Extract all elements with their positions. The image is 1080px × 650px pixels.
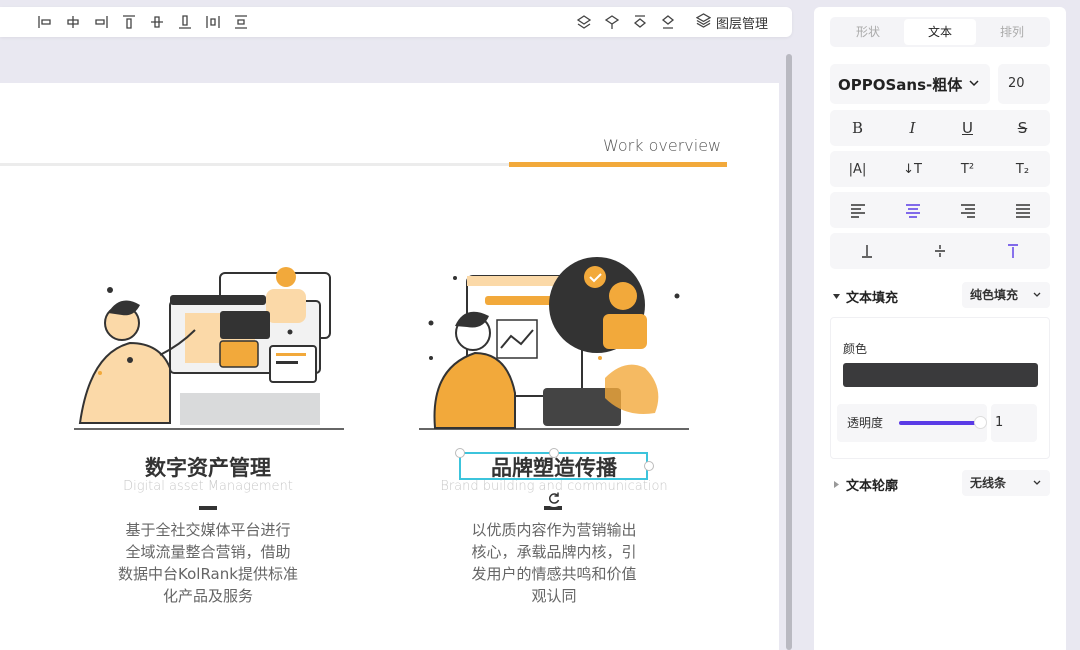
align-center-h-icon[interactable] [65, 14, 81, 30]
rotate-handle[interactable] [545, 489, 563, 507]
desc-line: 观认同 [531, 587, 577, 605]
layers-icon [695, 12, 712, 32]
section-header-text[interactable]: Work overview [603, 136, 721, 155]
opacity-label: 透明度 [847, 416, 884, 430]
valign-top-icon[interactable] [977, 233, 1050, 269]
properties-panel: 形状 文本 排列 OPPOSans-粗体 20 B I U S |A| ↓T T… [814, 7, 1066, 650]
desc-line: 发用户的情感共鸣和价值 [471, 565, 637, 583]
font-family-select[interactable]: OPPOSans-粗体 [830, 64, 990, 104]
header-accent-line [509, 162, 727, 167]
header-divider-line [0, 163, 510, 166]
opacity-input[interactable]: 1 [991, 404, 1037, 442]
opacity-slider-knob[interactable] [974, 416, 987, 429]
strikethrough-icon[interactable]: S [995, 110, 1050, 146]
align-bottom-icon[interactable] [177, 14, 193, 30]
text-outline-section-toggle[interactable]: 文本轮廓 [832, 475, 898, 494]
align-text-right-icon[interactable] [940, 192, 995, 228]
distribute-vertical-icon[interactable] [233, 14, 249, 30]
outline-mode-select[interactable]: 无线条 [962, 470, 1050, 496]
caret-down-icon [833, 294, 840, 299]
text-outline-heading: 文本轮廓 [846, 479, 899, 494]
desc-line: 数据中台KolRank提供标准 [118, 565, 298, 583]
digital-asset-illustration[interactable] [70, 243, 350, 433]
color-label: 颜色 [843, 342, 868, 356]
bold-icon[interactable]: B [830, 110, 885, 146]
align-left-icon[interactable] [37, 14, 53, 30]
chevron-down-icon [1033, 480, 1041, 485]
desc-line: 核心，承载品牌内核，引 [471, 543, 637, 561]
bring-forward-icon[interactable] [576, 14, 592, 30]
superscript-icon[interactable]: T² [940, 151, 995, 187]
chevron-down-icon [969, 80, 979, 87]
slide-canvas[interactable]: Work overview 数字资产管理 Digital asset Manag… [0, 83, 779, 650]
opacity-slider-track[interactable] [899, 421, 979, 425]
tab-shape[interactable]: 形状 [832, 19, 904, 45]
text-style-toolbar: B I U S [830, 110, 1050, 146]
text-fill-section-toggle[interactable]: 文本填充 [832, 287, 898, 306]
distribute-horizontal-icon[interactable] [205, 14, 221, 30]
tab-text[interactable]: 文本 [904, 19, 976, 45]
column-1-title[interactable]: 数字资产管理 [108, 452, 308, 482]
layer-management-label: 图层管理 [716, 16, 769, 32]
underline-icon[interactable]: U [940, 110, 995, 146]
caret-right-icon [834, 481, 839, 488]
column-2-description[interactable]: 以优质内容作为营销输出 核心，承载品牌内核，引 发用户的情感共鸣和价值 观认同 [438, 519, 670, 607]
outline-mode-value: 无线条 [970, 476, 1007, 490]
valign-middle-icon[interactable] [903, 233, 976, 269]
resize-handle[interactable] [549, 448, 559, 458]
send-to-back-icon[interactable] [660, 14, 676, 30]
text-spacing-toolbar: |A| ↓T T² T₂ [830, 151, 1050, 187]
desc-line: 以优质内容作为营销输出 [471, 521, 637, 539]
align-text-center-icon[interactable] [885, 192, 940, 228]
column-1-dash [199, 506, 217, 510]
text-fill-options: 颜色 透明度 1 [830, 317, 1050, 459]
chevron-down-icon [1033, 292, 1041, 297]
canvas-scrollbar[interactable] [786, 54, 792, 650]
letter-spacing-icon[interactable]: |A| [830, 151, 885, 187]
vertical-align-toolbar [830, 233, 1050, 269]
align-right-icon[interactable] [93, 14, 109, 30]
align-top-icon[interactable] [121, 14, 137, 30]
align-text-justify-icon[interactable] [995, 192, 1050, 228]
italic-icon[interactable]: I [885, 110, 940, 146]
fill-color-swatch[interactable] [843, 363, 1038, 387]
valign-bottom-icon[interactable] [830, 233, 903, 269]
text-align-toolbar [830, 192, 1050, 228]
text-fill-heading: 文本填充 [846, 291, 899, 306]
resize-handle[interactable] [644, 461, 654, 471]
brand-building-illustration[interactable] [415, 248, 695, 433]
top-toolbar: 图层管理 [0, 7, 792, 37]
fill-mode-select[interactable]: 纯色填充 [962, 282, 1050, 308]
layer-management-button[interactable]: 图层管理 [695, 12, 769, 32]
fill-mode-value: 纯色填充 [970, 288, 1019, 302]
subscript-icon[interactable]: T₂ [995, 151, 1050, 187]
align-middle-v-icon[interactable] [149, 14, 165, 30]
font-family-value: OPPOSans-粗体 [838, 75, 963, 94]
align-text-left-icon[interactable] [830, 192, 885, 228]
desc-line: 全域流量整合营销，借助 [125, 543, 291, 561]
font-size-input[interactable]: 20 [998, 64, 1050, 104]
desc-line: 基于全社交媒体平台进行 [125, 521, 291, 539]
desc-line: 化产品及服务 [162, 587, 253, 605]
send-backward-icon[interactable] [604, 14, 620, 30]
bring-to-front-icon[interactable] [632, 14, 648, 30]
rotate-icon [549, 492, 560, 504]
tab-arrange[interactable]: 排列 [976, 19, 1048, 45]
panel-tabs: 形状 文本 排列 [830, 17, 1050, 47]
resize-handle[interactable] [455, 448, 465, 458]
column-1-subtitle[interactable]: Digital asset Management [108, 479, 308, 494]
column-1-description[interactable]: 基于全社交媒体平台进行 全域流量整合营销，借助 数据中台KolRank提供标准 … [92, 519, 324, 607]
line-height-icon[interactable]: ↓T [885, 151, 940, 187]
